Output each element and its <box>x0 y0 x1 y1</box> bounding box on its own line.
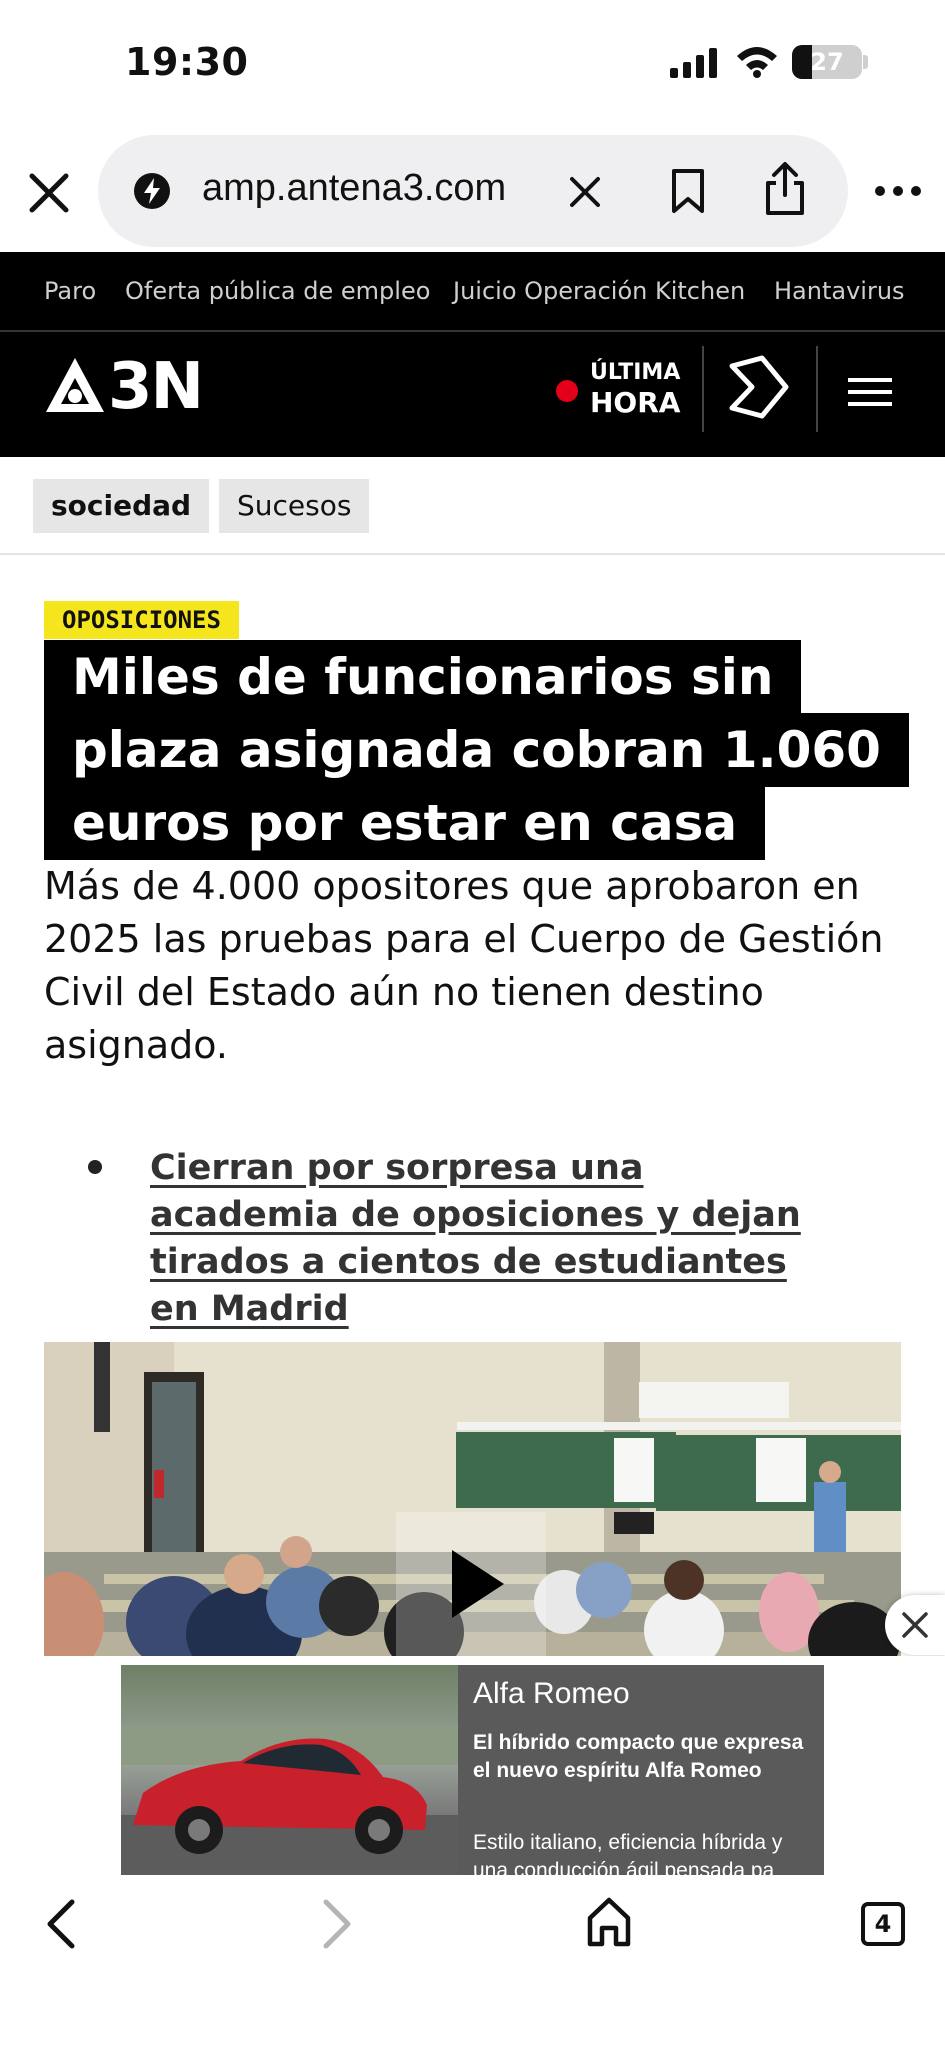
home-icon[interactable] <box>586 1896 632 1948</box>
article-standfirst: Más de 4.000 opositores que aprobaron en… <box>44 864 884 1067</box>
battery-icon: 27 <box>792 45 862 79</box>
hamburger-menu-icon[interactable] <box>848 376 892 408</box>
article-photo[interactable] <box>44 1342 901 1656</box>
bullet <box>88 1160 102 1174</box>
topic-link[interactable]: Paro <box>44 252 96 330</box>
back-icon[interactable] <box>42 1896 82 1952</box>
header-separator <box>816 346 818 432</box>
wifi-icon <box>737 47 777 78</box>
antena3-logo-icon[interactable] <box>44 356 106 418</box>
bookmark-icon[interactable] <box>668 167 708 215</box>
chip-sucesos[interactable]: Sucesos <box>219 479 370 533</box>
ad-description: Estilo italiano, eficiencia híbrida y un… <box>473 1831 783 1875</box>
more-options-icon[interactable] <box>873 184 923 198</box>
clear-url-icon[interactable] <box>566 173 604 211</box>
amp-bolt-icon <box>134 173 170 209</box>
classroom-photo <box>44 1342 901 1656</box>
status-time: 19:30 <box>125 40 249 84</box>
close-icon <box>902 1612 928 1638</box>
live-label-bottom[interactable]: HORA <box>590 386 680 419</box>
atresplayer-icon[interactable] <box>722 352 792 422</box>
share-icon[interactable] <box>762 161 808 217</box>
trending-topics-bar: Paro Oferta pública de empleo Juicio Ope… <box>0 252 945 330</box>
ad-brand: Alfa Romeo <box>473 1677 630 1710</box>
status-bar: 19:30 27 <box>0 0 945 130</box>
close-icon[interactable] <box>24 168 74 218</box>
url-text[interactable]: amp.antena3.com <box>202 167 506 210</box>
ad-headline: El híbrido compacto que expresa el nuevo… <box>473 1731 804 1782</box>
topic-link[interactable]: Hantavirus <box>774 252 905 330</box>
battery-level: 27 <box>810 48 844 76</box>
ad-creative[interactable]: Alfa Romeo El híbrido compacto que expre… <box>121 1665 824 1875</box>
address-bar[interactable]: amp.antena3.com <box>98 135 848 247</box>
live-indicator <box>556 380 578 402</box>
bottom-toolbar: 4 <box>0 1876 945 2048</box>
site-header: 3N ÚLTIMA HORA <box>0 332 945 457</box>
site-logo[interactable]: 3N <box>108 350 204 424</box>
ad-close-button[interactable] <box>885 1595 945 1655</box>
header-separator <box>702 346 704 432</box>
chip-sociedad[interactable]: sociedad <box>33 479 210 533</box>
ad-car-image <box>121 1665 458 1875</box>
headline-line: euros por estar en casa <box>44 786 766 860</box>
tabs-button[interactable]: 4 <box>861 1902 905 1946</box>
topic-link[interactable]: Oferta pública de empleo <box>125 252 430 330</box>
ad-banner: Alfa Romeo El híbrido compacto que expre… <box>0 1656 945 1876</box>
headline-line: Miles de funcionarios sin <box>44 640 802 714</box>
browser-toolbar: amp.antena3.com <box>0 130 945 252</box>
related-article-link[interactable]: Cierran por sorpresa una academia de opo… <box>150 1145 830 1333</box>
cellular-signal-icon <box>670 48 717 78</box>
live-label-top[interactable]: ÚLTIMA <box>590 360 680 385</box>
headline-line: plaza asignada cobran 1.060 <box>44 713 909 787</box>
section-chips: sociedad Sucesos <box>0 457 945 555</box>
article-kicker[interactable]: OPOSICIONES <box>44 601 239 639</box>
car-illustration <box>121 1725 458 1875</box>
forward-icon[interactable] <box>316 1896 356 1952</box>
topic-link[interactable]: Juicio Operación Kitchen <box>453 252 745 330</box>
